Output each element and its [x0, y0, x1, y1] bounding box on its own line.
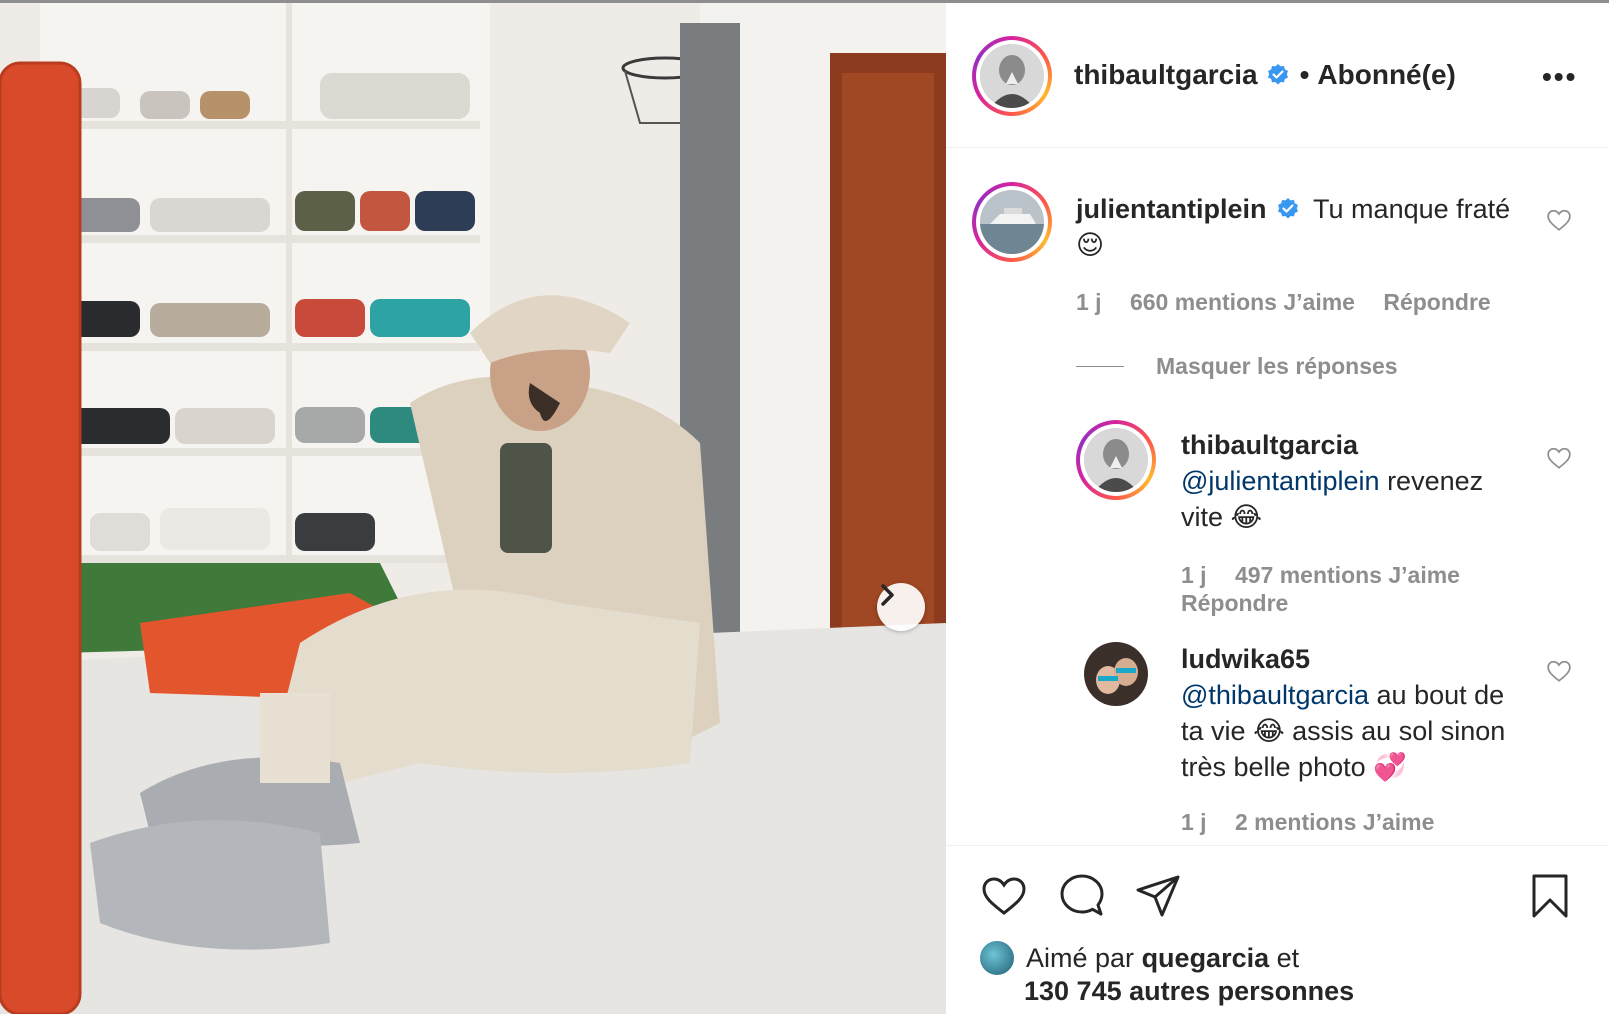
heart-icon[interactable] — [980, 872, 1028, 920]
comment-likes[interactable]: 660 mentions J’aime — [1130, 289, 1355, 315]
reply-text-cont: assis au sol sinon — [1292, 716, 1506, 746]
reply-avatar[interactable] — [1084, 642, 1148, 706]
reply-emoji: 😂 — [1230, 502, 1263, 532]
reply-text: revenez — [1387, 466, 1484, 496]
comment-username[interactable]: julientantiplein — [1076, 194, 1267, 224]
reply-emoji: 😂 — [1253, 716, 1285, 746]
reply-avatar[interactable] — [1076, 420, 1156, 500]
reply-reply-button[interactable]: Répondre — [1181, 590, 1288, 616]
comment-avatar[interactable] — [972, 182, 1052, 262]
reply-text-cont: vite — [1181, 502, 1224, 532]
follow-state-button[interactable]: Abonné(e) — [1317, 59, 1455, 91]
liked-by-prefix: Aimé par — [1026, 942, 1135, 973]
post-photo[interactable] — [0, 3, 946, 1014]
post-image — [0, 3, 946, 1014]
comment-like-heart-icon[interactable] — [1546, 207, 1572, 233]
reply-mention-link[interactable]: @julientantiplein — [1181, 466, 1380, 496]
author-username[interactable]: thibaultgarcia — [1074, 59, 1258, 91]
post-header: thibaultgarcia • Abonné(e) ••• — [946, 3, 1609, 148]
comments-list[interactable]: julientantiplein Tu manque fraté 😌 1 j 6… — [946, 149, 1609, 844]
reply-mention-link[interactable]: @thibaultgarcia — [1181, 680, 1369, 710]
reply-text-cont: ta vie — [1181, 716, 1246, 746]
verified-badge-icon — [1278, 198, 1299, 219]
reply-likes[interactable]: 2 mentions J’aime — [1235, 809, 1434, 835]
chevron-right-icon — [881, 584, 894, 606]
reply-text: au bout de — [1376, 680, 1505, 710]
separator-dot: • — [1299, 59, 1310, 90]
reply-username[interactable]: thibaultgarcia — [1181, 430, 1358, 460]
reply-body: thibaultgarcia @julientantiplein revenez… — [1181, 427, 1541, 535]
more-options-icon[interactable]: ••• — [1542, 61, 1577, 93]
post-actions: Aimé par quegarcia et 130 745 autres per… — [946, 845, 1609, 1014]
replies-divider — [1076, 366, 1124, 367]
share-icon[interactable] — [1134, 872, 1182, 920]
reply-emoji: 💞 — [1373, 752, 1407, 782]
liked-by-line: Aimé par quegarcia et — [978, 939, 1299, 977]
reply-username[interactable]: ludwika65 — [1181, 644, 1310, 674]
comment-meta: 1 j 660 mentions J’aime Répondre — [1076, 289, 1491, 316]
reply-body: ludwika65 @thibaultgarcia au bout de ta … — [1181, 641, 1561, 785]
post-author-line: thibaultgarcia • Abonné(e) — [1074, 59, 1456, 91]
liked-by-user[interactable]: quegarcia — [1142, 943, 1270, 974]
hide-replies-label: Masquer les réponses — [1156, 353, 1398, 379]
reply-time: 1 j — [1181, 809, 1207, 835]
post-side-panel: thibaultgarcia • Abonné(e) ••• julientan… — [946, 3, 1609, 1014]
comment-emoji: 😌 — [1076, 230, 1105, 260]
reply-time: 1 j — [1181, 562, 1207, 588]
reply-meta: 1 j 497 mentions J’aime Répondre — [1181, 561, 1501, 617]
reply-meta: 1 j 2 mentions J’aime — [1181, 809, 1434, 836]
comment-icon[interactable] — [1058, 872, 1106, 920]
likes-count[interactable]: 130 745 autres personnes — [1024, 976, 1354, 1007]
verified-badge-icon — [1267, 64, 1288, 85]
reply-likes[interactable]: 497 mentions J’aime — [1235, 562, 1460, 588]
comment-time: 1 j — [1076, 289, 1102, 315]
liked-by-conj: et — [1276, 942, 1300, 973]
bookmark-icon[interactable] — [1526, 872, 1574, 920]
reply-like-heart-icon[interactable] — [1546, 445, 1572, 471]
comment-reply-button[interactable]: Répondre — [1383, 289, 1490, 315]
next-image-button[interactable] — [877, 583, 925, 631]
hide-replies-button[interactable]: Masquer les réponses — [1076, 353, 1398, 380]
comment-text: Tu manque fraté — [1313, 194, 1511, 224]
liked-by-avatar[interactable] — [978, 939, 1016, 977]
reply-like-heart-icon[interactable] — [1546, 658, 1572, 684]
comment-body: julientantiplein Tu manque fraté 😌 — [1076, 191, 1536, 263]
author-avatar[interactable] — [972, 36, 1052, 116]
reply-text-cont: très belle photo — [1181, 752, 1366, 782]
